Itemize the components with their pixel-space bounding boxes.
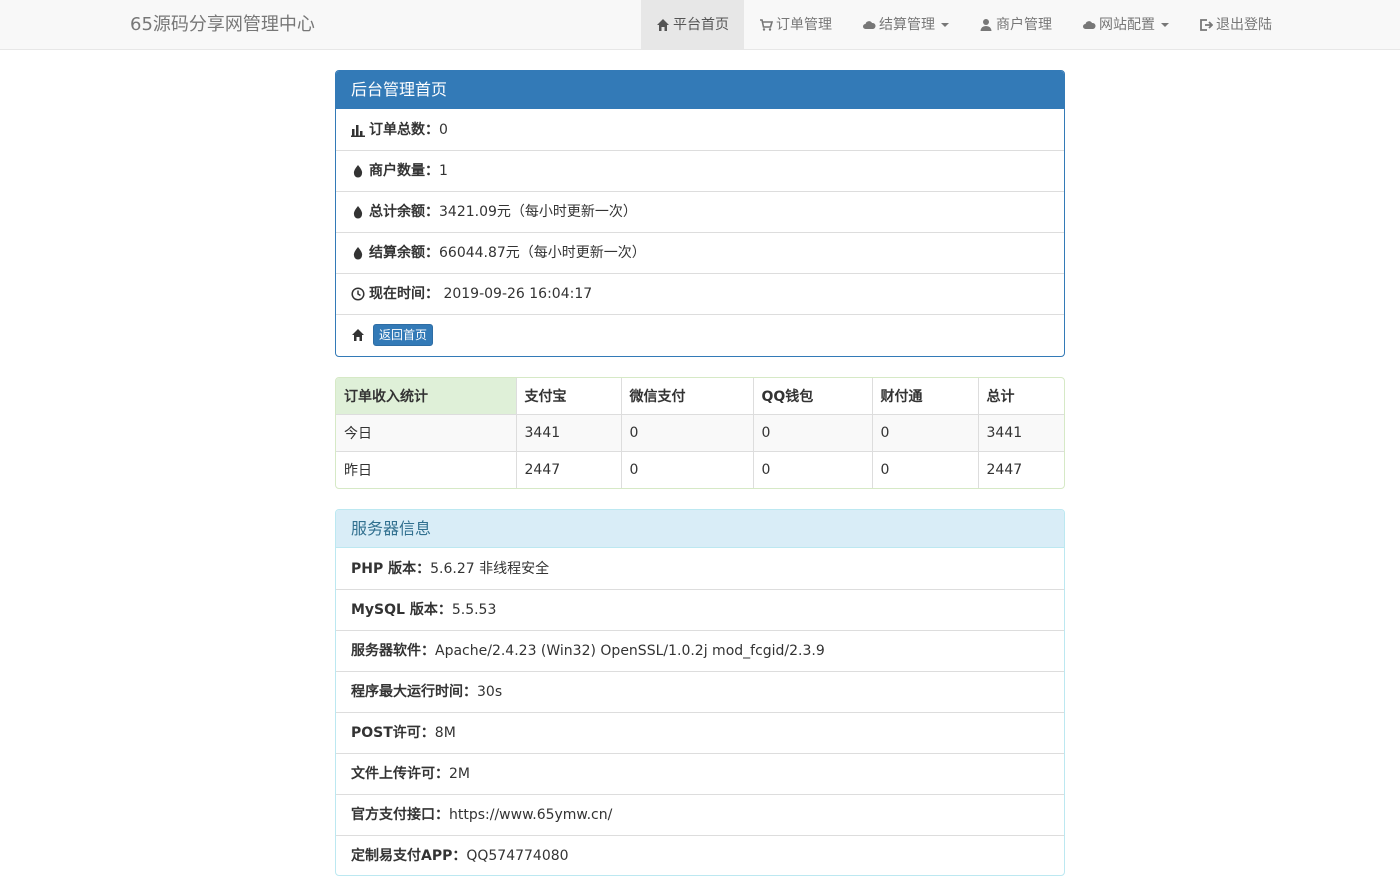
row-label: 官方支付接口： [351,807,449,823]
row-custom-app: 定制易支付APP： QQ574774080 [336,835,1064,875]
nav-settlement[interactable]: 结算管理 [847,0,964,50]
row-value: 5.6.27 非线程安全 [430,560,550,577]
admin-home-panel: 后台管理首页 订单总数： 0 商户数量： 1 总计余额： 3421.09元（每小… [335,70,1065,357]
table-cell: 昨日 [336,450,517,488]
row-value: 2M [449,766,470,782]
cloud-icon [863,21,876,29]
row-value: QQ574774080 [466,848,569,864]
brand-title[interactable]: 65源码分享网管理中心 [130,0,315,50]
nav-home-label: 平台首页 [673,17,729,33]
drop-icon [353,206,363,219]
nav-orders[interactable]: 订单管理 [744,0,847,50]
row-value: 66044.87元（每小时更新一次） [439,245,646,261]
header-cell: QQ钱包 [753,378,873,414]
row-value: 2019-09-26 16:04:17 [439,286,593,302]
table-cell: 3441 [978,413,1064,451]
nav-site-config[interactable]: 网站配置 [1067,0,1184,50]
row-value: 5.5.53 [451,602,497,618]
drop-icon [353,247,363,260]
row-value: 0 [439,121,448,138]
header-cell: 支付宝 [516,378,622,414]
table-header-row: 订单收入统计 支付宝 微信支付 QQ钱包 财付通 总计 [336,378,1064,414]
nav-logout[interactable]: 退出登陆 [1184,0,1287,50]
row-max-exec-time: 程序最大运行时间： 30s [336,671,1064,712]
home-icon [657,19,669,31]
row-value: 1 [439,163,448,179]
table-cell: 3441 [516,413,622,451]
row-label: 总计余额： [369,204,439,220]
row-label: 结算余额： [369,245,439,261]
row-payment-api: 官方支付接口： https://www.65ymw.cn/ [336,794,1064,835]
table-cell: 今日 [336,413,517,451]
chevron-down-icon [941,23,949,27]
home-icon [352,329,364,341]
table-row: 今日 3441 0 0 0 3441 [336,413,1064,451]
nav-home[interactable]: 平台首页 [641,0,744,50]
row-label: POST许可： [351,725,435,741]
row-label: 订单总数： [369,121,439,138]
nav-merchants[interactable]: 商户管理 [964,0,1067,50]
row-value: 8M [434,725,456,741]
payment-api-link[interactable]: https://www.65ymw.cn/ [449,795,612,835]
row-value: Apache/2.4.23 (Win32) OpenSSL/1.0.2j mod… [435,643,825,659]
row-label: 程序最大运行时间： [351,684,477,700]
row-label: 现在时间： [369,286,439,302]
row-label: 服务器软件： [351,643,435,659]
table-cell: 0 [872,413,979,451]
logout-icon [1200,19,1213,31]
header-cell: 订单收入统计 [336,378,517,414]
header-cell: 微信支付 [621,378,754,414]
table-cell: 2447 [516,450,622,488]
nav-orders-label: 订单管理 [776,17,832,33]
nav-logout-label: 退出登陆 [1216,17,1272,33]
row-merchant-count: 商户数量： 1 [336,150,1064,191]
row-home-link: 返回首页 [336,314,1064,355]
table-row: 昨日 2447 0 0 0 2447 [336,450,1064,488]
top-navbar: 65源码分享网管理中心 平台首页 订单管理 结算管理 商户管理 网站配置 退出登… [0,0,1400,50]
server-panel-title: 服务器信息 [336,510,1064,548]
row-current-time: 现在时间： 2019-09-26 16:04:17 [336,273,1064,314]
row-post-limit: POST许可： 8M [336,712,1064,753]
table-cell: 2447 [978,450,1064,488]
cloud-icon [1083,21,1096,29]
table-cell: 0 [621,450,754,488]
header-cell: 总计 [986,388,1015,405]
chevron-down-icon [1161,23,1169,27]
row-label: PHP 版本： [351,560,431,577]
row-label: 定制易支付APP： [351,848,467,864]
row-settlement-balance: 结算余额： 66044.87元（每小时更新一次） [336,232,1064,273]
row-value: 3421.09元（每小时更新一次） [439,204,637,220]
row-upload-limit: 文件上传许可： 2M [336,753,1064,794]
header-cell: 财付通 [872,378,979,414]
table-cell: 0 [753,413,873,451]
row-label: 商户数量： [369,163,439,179]
nav-settlement-label: 结算管理 [879,17,935,33]
table-cell: 0 [621,413,754,451]
table-cell: 0 [872,450,979,488]
row-server-software: 服务器软件： Apache/2.4.23 (Win32) OpenSSL/1.0… [336,630,1064,671]
nav-merchants-label: 商户管理 [996,17,1052,33]
admin-panel-title: 后台管理首页 [336,71,1064,109]
row-value: 30s [477,684,503,700]
cart-icon [760,19,773,31]
row-label: 文件上传许可： [351,766,449,782]
row-mysql-version: MySQL 版本： 5.5.53 [336,589,1064,630]
table-cell: 0 [753,450,873,488]
income-stats-table: 订单收入统计 支付宝 微信支付 QQ钱包 财付通 总计 今日 3441 0 0 … [335,377,1065,489]
nav-site-config-label: 网站配置 [1099,17,1155,33]
stats-icon [351,124,365,137]
main-nav: 平台首页 订单管理 结算管理 商户管理 网站配置 退出登陆 [641,0,1287,50]
row-order-total: 订单总数： 0 [336,109,1064,150]
row-total-balance: 总计余额： 3421.09元（每小时更新一次） [336,191,1064,232]
back-home-button[interactable]: 返回首页 [373,324,434,346]
drop-icon [353,165,363,178]
server-info-panel: 服务器信息 PHP 版本： 5.6.27 非线程安全 MySQL 版本： 5.5… [335,509,1065,876]
clock-icon [351,287,365,301]
row-label: MySQL 版本： [351,602,452,618]
user-icon [980,19,992,31]
row-php-version: PHP 版本： 5.6.27 非线程安全 [336,548,1064,589]
